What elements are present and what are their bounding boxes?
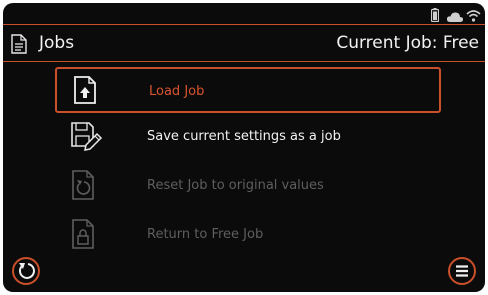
menu-icon [447, 257, 477, 290]
menu-item-load-job[interactable]: Load Job [55, 67, 441, 113]
save-job-icon [69, 120, 103, 156]
menu-item-label: Save current settings as a job [147, 129, 341, 144]
back-icon [11, 257, 41, 290]
battery-icon [430, 7, 440, 26]
menu-item-label: Return to Free Job [147, 227, 264, 242]
cloud-icon [446, 8, 464, 27]
jobs-document-icon [11, 34, 27, 58]
menu-item-reset-job: Reset Job to original values [55, 163, 441, 209]
title-bar: Jobs Current Job: Free [3, 26, 485, 62]
device-screen: Jobs Current Job: Free Load Job Save cur… [3, 3, 485, 292]
status-bar [3, 3, 485, 25]
current-job-label: Current Job: Free [336, 33, 479, 53]
menu-button[interactable] [447, 256, 477, 286]
return-free-job-icon [69, 218, 97, 254]
menu-item-label: Load Job [149, 84, 205, 99]
back-button[interactable] [11, 256, 41, 286]
reset-job-icon [69, 169, 97, 205]
load-job-icon [71, 75, 99, 109]
menu-item-save-job[interactable]: Save current settings as a job [55, 114, 441, 160]
wifi-icon [466, 7, 481, 26]
page-title: Jobs [39, 33, 75, 53]
menu-item-label: Reset Job to original values [147, 178, 324, 193]
menu-item-return-free-job: Return to Free Job [55, 212, 441, 258]
